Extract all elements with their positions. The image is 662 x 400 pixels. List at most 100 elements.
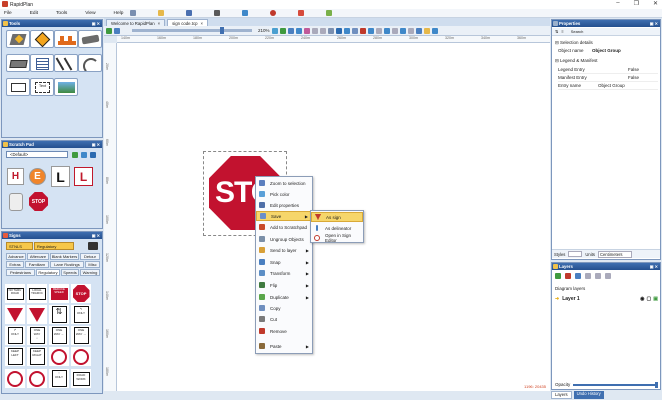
move-front-icon[interactable] (367, 27, 374, 34)
sign-keep-right[interactable]: KEEP RIGHT (27, 347, 47, 366)
text-icon[interactable] (415, 27, 422, 34)
ctx-transform[interactable]: Transform ▶ (256, 268, 312, 278)
styles-dropdown[interactable] (568, 251, 583, 257)
categorize-icon[interactable]: ≡ (561, 29, 563, 34)
ctx-copy[interactable]: Copy (256, 303, 312, 313)
menu-help[interactable]: Help (114, 11, 124, 16)
scratch-item-h[interactable]: H (7, 168, 24, 185)
layer-down-icon[interactable] (585, 273, 591, 279)
unlock-icon[interactable] (391, 27, 398, 34)
ctx-snap[interactable]: Snap ▶ (256, 257, 312, 267)
signs-set-dropdown[interactable]: STNLS (6, 242, 33, 250)
add-layer-icon[interactable] (555, 273, 561, 279)
ctx-ungroup-objects[interactable]: Ungroup Objects (256, 234, 312, 244)
eye-icon[interactable]: ◉ (640, 296, 644, 302)
print-icon[interactable]: ▣ (653, 296, 658, 302)
tool-barrier[interactable] (6, 54, 30, 72)
cat-aftercare[interactable]: Aftercare (27, 253, 49, 260)
sign-one-way-left[interactable]: ONE WAY ← (49, 326, 69, 345)
sign-local-traffic[interactable]: LOCAL TRAFFIC (27, 284, 47, 303)
section-legend-manifest[interactable]: ⊟ Legend & Manifest (552, 58, 660, 65)
lock-icon[interactable]: ▢ (647, 296, 652, 302)
tool-text[interactable]: Text (30, 78, 54, 96)
signs-category-dropdown[interactable]: Regulatory (34, 242, 74, 250)
cat-pedestrians[interactable]: Pedestrians (6, 269, 35, 276)
sign-reduce-speed[interactable]: REDUCE SPEED (49, 284, 69, 303)
units-dropdown[interactable]: Centimeters (597, 250, 632, 258)
sign-give-way-2[interactable] (27, 305, 47, 324)
ctx-pick-color[interactable]: Pick color (256, 189, 312, 199)
cat-blank-markers[interactable]: Blank Markers (50, 253, 79, 260)
sign-no-through-road[interactable]: NO THRU ROAD (5, 284, 25, 303)
menu-tools[interactable]: Tools (56, 11, 67, 16)
panel-close-icon[interactable]: ▣ ✕ (92, 233, 100, 238)
submenu-as-sign[interactable]: As sign (311, 212, 363, 222)
sign-one-way-down[interactable]: ONE WAY ↓ (27, 326, 47, 345)
menu-view[interactable]: View (85, 11, 95, 16)
distribute-icon[interactable] (343, 27, 350, 34)
rotate-icon[interactable] (114, 27, 120, 34)
settings-icon[interactable] (90, 152, 96, 158)
ctx-remove[interactable]: Remove (256, 326, 312, 336)
sign-road-work[interactable]: ROAD WORK (71, 369, 91, 388)
ctx-add-to-scratchpad[interactable]: Add to Scratchpad (256, 222, 312, 232)
zoom-slider[interactable] (132, 27, 252, 34)
properties-search-input[interactable]: Search (571, 29, 584, 34)
tool-curve[interactable] (78, 54, 102, 72)
section-selection-details[interactable]: ⊟ Selection details (552, 40, 660, 47)
layer-up-icon[interactable] (575, 273, 581, 279)
ctx-send-to-layer[interactable]: Send to layer ▶ (256, 245, 312, 255)
panel-close-icon[interactable]: ▣ ✕ (92, 21, 100, 26)
ctx-flip[interactable]: Flip ▶ (256, 280, 312, 290)
layer-row[interactable]: ➜ Layer 1 ◉ ▢ ▣ (555, 295, 658, 303)
scratch-item-l-black[interactable]: L (51, 166, 70, 187)
restore-button[interactable]: ❐ (634, 0, 639, 7)
tool-warning-sign[interactable] (30, 30, 54, 48)
sign-no-turn[interactable] (27, 369, 47, 388)
lock-icon[interactable] (383, 27, 390, 34)
add-icon[interactable] (72, 152, 78, 158)
tab-welcome[interactable]: Welcome to RapidPlan × (106, 19, 166, 26)
ctx-zoom-to-selection[interactable]: Zoom to selection (256, 178, 312, 188)
prop-value[interactable]: False (628, 67, 639, 73)
scratch-item-l-red[interactable]: L (74, 167, 93, 186)
cat-detour[interactable]: Detour (80, 253, 100, 260)
scratchpad-selector[interactable]: <Default> (6, 151, 68, 158)
cat-advance[interactable]: Advance (6, 253, 26, 260)
group-icon[interactable] (351, 27, 358, 34)
panel-close-icon[interactable]: ▣ ✕ (650, 264, 658, 269)
tool-lane-closure[interactable] (6, 30, 30, 48)
sort-icon[interactable]: ⇅ (555, 29, 558, 34)
tool-rectangle[interactable] (6, 78, 30, 96)
tab-close-icon[interactable]: × (158, 21, 161, 26)
layer-icon[interactable] (311, 27, 318, 34)
cat-familiarn[interactable]: Familiarn (25, 261, 49, 268)
layer-visibility-icon[interactable] (605, 273, 611, 279)
opacity-slider-thumb[interactable] (655, 381, 658, 388)
measure-icon[interactable] (399, 27, 406, 34)
tool-road-line[interactable] (54, 54, 78, 72)
tool-list[interactable] (30, 54, 54, 72)
grid-icon[interactable] (287, 27, 294, 34)
table-icon[interactable] (431, 27, 438, 34)
sign-only-up[interactable]: ↑ ONLY (49, 369, 69, 388)
sign-no-uturn[interactable] (71, 347, 91, 366)
bus-icon[interactable] (88, 242, 98, 250)
cat-misc[interactable]: Misc (85, 261, 100, 268)
ctx-cut[interactable]: Cut (256, 314, 312, 324)
cat-lane-rustings[interactable]: Lane Rustings (50, 261, 84, 268)
ruler-icon[interactable] (407, 27, 414, 34)
camera-icon[interactable] (326, 10, 332, 16)
panel-close-icon[interactable]: ▣ ✕ (92, 142, 100, 147)
panel-close-icon[interactable]: ▣ ✕ (650, 21, 658, 26)
new-icon[interactable] (130, 10, 136, 16)
tab-close-icon[interactable]: × (200, 21, 203, 26)
zoom-slider-thumb[interactable] (220, 27, 224, 34)
arrow-icon[interactable] (81, 152, 87, 158)
ctx-edit-properties[interactable]: Edit properties (256, 200, 312, 210)
tool-cones[interactable] (54, 30, 78, 48)
tab-undo-history[interactable]: Undo History (573, 391, 604, 399)
sign-give-way[interactable] (5, 305, 25, 324)
pan-icon[interactable] (106, 27, 112, 34)
tab-layers[interactable]: Layers (551, 391, 572, 399)
